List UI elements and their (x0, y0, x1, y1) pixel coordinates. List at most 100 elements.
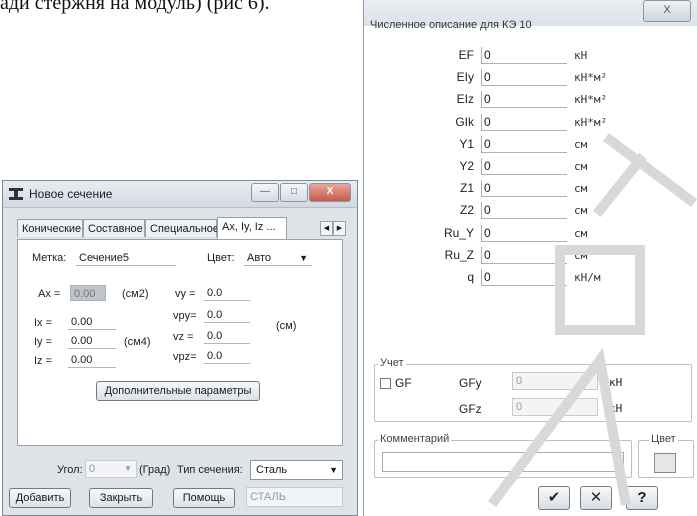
tab-scroll: ◀ ▶ (320, 221, 346, 236)
angle-value: 0 (89, 463, 96, 475)
dialog-title: Численное описание для КЭ 10 (370, 19, 532, 31)
section-type-select[interactable]: Сталь ▼ (250, 460, 343, 480)
cm2-unit: (см2) (122, 288, 149, 300)
comment-label: Комментарий (378, 433, 452, 445)
row-input[interactable]: 0 (481, 47, 567, 64)
help-button[interactable]: ? (626, 486, 658, 510)
vpy-input[interactable]: 0.0 (204, 307, 250, 323)
checkmark-icon: ✔ (547, 489, 561, 506)
row-input[interactable]: 0 (481, 114, 567, 131)
row-label: EIz (456, 92, 474, 106)
dialog-title: Новое сечение (29, 187, 113, 201)
mark-input[interactable]: Сечение5 (76, 250, 176, 266)
row-label: Z1 (459, 181, 474, 195)
add-button[interactable]: Добавить (9, 488, 71, 508)
color-swatch-button[interactable] (654, 453, 676, 473)
row-unit: кН*м² (574, 93, 608, 106)
iy-input[interactable]: 0.00 (68, 333, 116, 349)
row-label: q (467, 270, 474, 284)
iy-label: Iy = (34, 336, 53, 348)
cm4-unit: (см4) (124, 336, 151, 348)
close-dialog-button[interactable]: Закрыть (89, 488, 153, 508)
new-section-dialog: Новое сечение — □ X Конические Составное… (2, 180, 358, 516)
row-unit: см (574, 138, 588, 151)
row-input[interactable]: 0 (481, 247, 567, 264)
row-input[interactable]: 0 (481, 269, 567, 286)
row-input[interactable]: 0 (481, 158, 567, 175)
row-label: Y2 (459, 159, 474, 173)
cross-icon: ✕ (589, 489, 603, 506)
gfz-unit: кН (609, 402, 623, 415)
tab-composite[interactable]: Составное (83, 219, 145, 237)
ix-input[interactable]: 0.00 (68, 314, 116, 330)
gf-checkbox[interactable] (380, 378, 391, 389)
vpy-label: vpy= (173, 310, 197, 322)
iz-input[interactable]: 0.00 (68, 352, 116, 368)
extra-params-button[interactable]: Дополнительные параметры (96, 381, 260, 401)
row-label: Ru_Z (444, 248, 474, 262)
vz-label: vz = (173, 331, 194, 343)
app-icon (9, 188, 23, 200)
chevron-down-icon: ▼ (124, 464, 132, 473)
numeric-description-dialog: Численное описание для КЭ 10 X EF 0 кН EIy 0… (363, 0, 697, 516)
row-input[interactable]: 0 (481, 91, 567, 108)
angle-select[interactable]: 0 ▼ (85, 460, 137, 478)
color-label: Цвет (649, 433, 678, 445)
comment-input[interactable] (382, 452, 624, 472)
cm-unit: (см) (276, 320, 297, 332)
chevron-down-icon: ▼ (329, 465, 338, 475)
vy-input[interactable]: 0.0 (204, 285, 250, 301)
gf-label: GF (395, 376, 412, 390)
vpz-input[interactable]: 0.0 (204, 348, 250, 364)
gfz-label: GFz (459, 402, 482, 416)
row-label: EF (458, 48, 474, 62)
row-unit: см (574, 227, 588, 240)
tab-conical[interactable]: Конические (17, 219, 83, 237)
row-unit: кН*м² (574, 116, 608, 129)
color-select[interactable]: Авто ▼ (244, 250, 312, 266)
title-bar[interactable]: Новое сечение — □ X (3, 181, 357, 208)
row-input[interactable]: 0 (481, 225, 567, 242)
section-type-value: Сталь (256, 464, 288, 476)
row-unit: см (574, 160, 588, 173)
title-bar[interactable]: Численное описание для КЭ 10 X (364, 0, 697, 31)
row-input[interactable]: 0 (481, 136, 567, 153)
ix-label: Ix = (34, 317, 53, 329)
maximize-button[interactable]: □ (280, 183, 308, 202)
row-input[interactable]: 0 (481, 69, 567, 86)
ax-label: Ax = (38, 288, 61, 300)
gfy-input[interactable]: 0 (512, 372, 598, 390)
row-unit: кН*м² (574, 71, 608, 84)
chevron-right-icon[interactable]: ▶ (333, 221, 346, 236)
minimize-button[interactable]: — (251, 183, 279, 202)
row-unit: см (574, 204, 588, 217)
chevron-down-icon: ▼ (299, 253, 308, 263)
chevron-left-icon[interactable]: ◀ (320, 221, 333, 236)
ax-input[interactable]: 0.00 (70, 285, 106, 301)
row-unit: см (574, 182, 588, 195)
tab-ax-iy-iz[interactable]: Ax, Iy, Iz ... (217, 217, 287, 239)
material-field: СТАЛЬ (246, 487, 343, 507)
ok-button[interactable]: ✔ (538, 486, 570, 510)
help-button[interactable]: Помощь (173, 488, 235, 508)
vz-input[interactable]: 0.0 (204, 328, 250, 344)
row-label: Ru_Y (443, 226, 474, 240)
iz-label: Iz = (34, 355, 53, 367)
tab-panel: Метка: Сечение5 Цвет: Авто ▼ Ax = 0.00 (… (17, 239, 343, 446)
question-icon: ? (637, 489, 647, 506)
gfz-input[interactable]: 0 (512, 398, 598, 416)
close-button[interactable]: X (309, 183, 351, 202)
row-input[interactable]: 0 (481, 202, 567, 219)
angle-label: Угол: (57, 464, 83, 476)
account-group-title: Учет (378, 357, 406, 369)
row-unit: кН/м (574, 271, 601, 284)
close-button[interactable]: X (643, 0, 691, 22)
gfy-label: GFy (459, 376, 482, 390)
cancel-button[interactable]: ✕ (580, 486, 612, 510)
row-label: GIk (455, 115, 474, 129)
tab-special[interactable]: Специальное (145, 219, 219, 237)
row-label: Z2 (459, 203, 474, 217)
vpz-label: vpz= (173, 351, 197, 363)
row-label: EIy (456, 70, 474, 84)
row-input[interactable]: 0 (481, 180, 567, 197)
